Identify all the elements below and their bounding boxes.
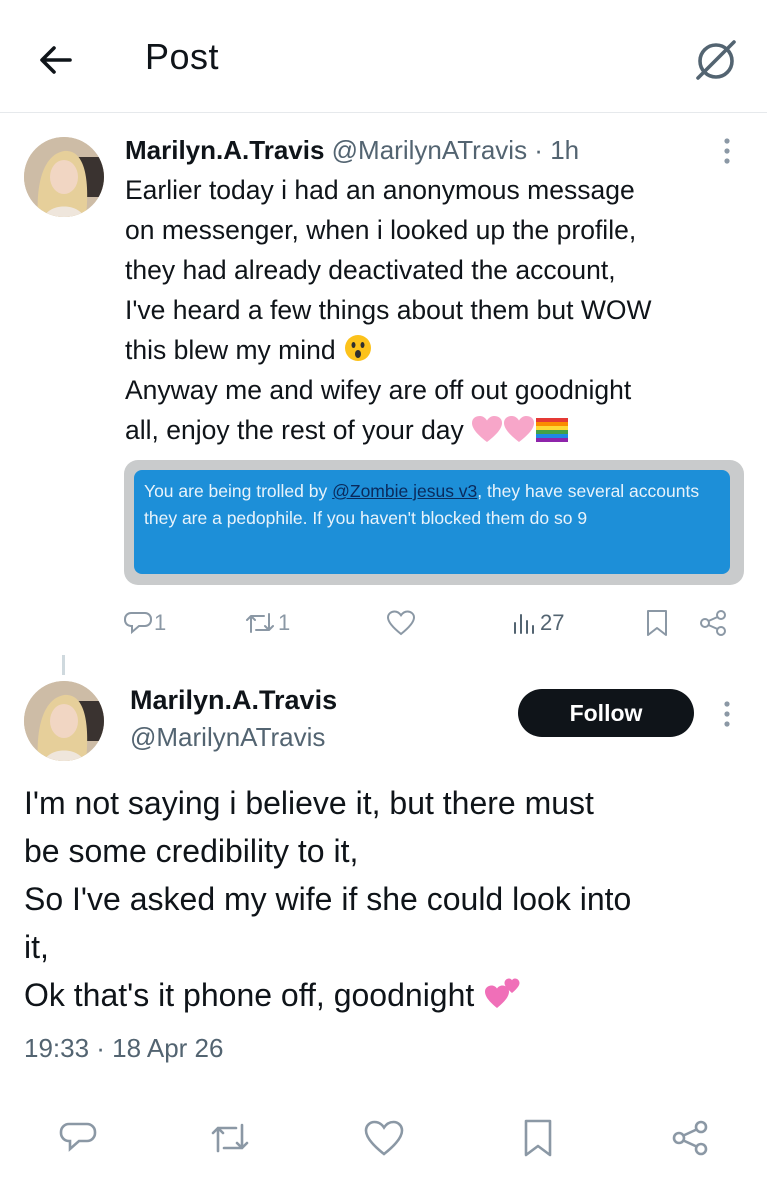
follow-button[interactable]: Follow <box>518 689 694 737</box>
tweet-header: Marilyn.A.Travis @MarilynATravis · 1h <box>125 135 579 166</box>
display-name[interactable]: Marilyn.A.Travis <box>130 685 337 716</box>
tweet-text-line: I'm not saying i believe it, but there m… <box>24 785 594 821</box>
repost-button[interactable]: 1 <box>244 606 290 640</box>
tweet-text-line: So I've asked my wife if she could look … <box>24 881 632 917</box>
tweet-text-line: Anyway me and wifey are off out goodnigh… <box>125 375 632 405</box>
post-timestamp[interactable]: 19:33 · 18 Apr 26 <box>24 1033 223 1064</box>
avatar[interactable] <box>24 681 104 761</box>
share-icon <box>698 608 728 638</box>
tweet-text-line: on messenger, when i looked up the profi… <box>125 215 637 245</box>
reply-count: 1 <box>154 610 167 635</box>
like-icon <box>386 609 416 637</box>
view-count: 27 <box>540 610 565 635</box>
reply-icon <box>124 609 152 637</box>
share-icon[interactable] <box>670 1118 710 1158</box>
media-message-text: You are being trolled by @Zombie jesus v… <box>144 478 724 532</box>
back-arrow-icon[interactable] <box>34 38 78 82</box>
repost-count: 1 <box>278 610 291 635</box>
pink-heart-emoji-icon <box>471 414 503 454</box>
repost-icon <box>244 609 276 637</box>
thread-connector <box>62 655 65 675</box>
display-name[interactable]: Marilyn.A.Travis <box>125 135 324 165</box>
share-button[interactable] <box>698 606 728 640</box>
tweet-text-segment: all, enjoy the rest of your day <box>125 415 464 445</box>
tweet-text-line: all, enjoy the rest of your day <box>125 410 745 450</box>
separator: · <box>534 135 543 165</box>
tweet-text-segment: Ok that's it phone off, goodnight <box>24 977 475 1013</box>
more-options-icon[interactable] <box>716 136 738 166</box>
avatar[interactable] <box>24 137 104 217</box>
tweet-text: I'm not saying i believe it, but there m… <box>24 779 744 1019</box>
like-icon[interactable] <box>363 1118 404 1158</box>
rainbow-flag-emoji-icon <box>535 414 569 454</box>
media-text-before: You are being trolled by <box>144 481 333 501</box>
tweet-text-line: Earlier today i had an anonymous message <box>125 175 635 205</box>
like-button[interactable] <box>386 606 416 640</box>
media-image[interactable]: You are being trolled by @Zombie jesus v… <box>124 460 744 585</box>
tweet-text-line: I've heard a few things about them but W… <box>125 295 652 325</box>
grok-icon[interactable] <box>690 34 742 86</box>
tweet-text-line: they had already deactivated the account… <box>125 255 616 285</box>
views-button[interactable]: 27 <box>512 606 564 640</box>
reply-button[interactable]: 1 <box>124 606 166 640</box>
tweet-text-segment: this blew my mind <box>125 335 336 365</box>
tweet-text-line: Ok that's it phone off, goodnight <box>24 971 744 1019</box>
bookmark-button[interactable] <box>644 606 670 640</box>
pink-heart-emoji-icon <box>503 414 535 454</box>
timestamp[interactable]: 1h <box>550 135 579 165</box>
bookmark-icon <box>644 609 670 637</box>
astonished-face-emoji-icon <box>343 333 373 374</box>
tweet-text: Earlier today i had an anonymous message… <box>125 170 745 450</box>
two-hearts-emoji-icon <box>483 975 523 1023</box>
tweet-text-line: this blew my mind <box>125 330 745 370</box>
top-bar <box>0 0 767 113</box>
handle[interactable]: @MarilynATravis <box>332 135 527 165</box>
more-options-icon[interactable] <box>716 699 738 729</box>
views-icon <box>512 609 538 637</box>
handle[interactable]: @MarilynATravis <box>130 722 325 753</box>
tweet-text-line: be some credibility to it, <box>24 833 359 869</box>
bookmark-icon[interactable] <box>520 1118 560 1158</box>
reply-icon[interactable] <box>58 1118 98 1158</box>
tweet-text-line: it, <box>24 929 49 965</box>
media-mention: @Zombie jesus v3 <box>332 481 478 501</box>
repost-icon[interactable] <box>208 1118 249 1158</box>
page-title: Post <box>145 36 220 77</box>
